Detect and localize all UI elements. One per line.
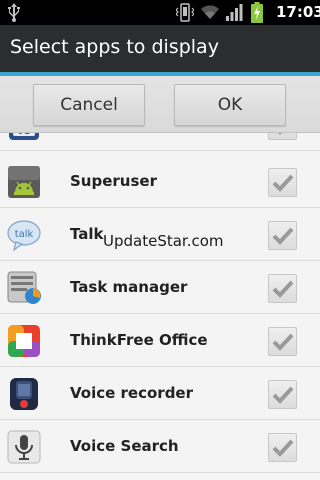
app-label: Voice recorder [70, 384, 193, 402]
app-checkbox[interactable] [268, 221, 297, 250]
wifi-icon [201, 5, 219, 19]
signal-icon [226, 4, 243, 21]
app-checkbox[interactable] [268, 380, 297, 409]
dialog-title-bar: Select apps to display [0, 25, 320, 72]
vibrate-icon [176, 3, 194, 22]
app-label: ThinkFree Office [70, 331, 208, 349]
list-item[interactable]: Superuser [0, 155, 320, 208]
app-checkbox[interactable] [268, 327, 297, 356]
app-list[interactable]: v8 Superuser talk Talk [0, 133, 320, 480]
recorder-icon [10, 378, 38, 410]
svg-text:talk: talk [15, 229, 34, 240]
app-label: Task manager [70, 278, 188, 296]
svg-text:v8: v8 [17, 133, 31, 137]
list-item[interactable]: v8 [0, 133, 320, 151]
app-checkbox[interactable] [268, 133, 297, 140]
app-checkbox[interactable] [268, 433, 297, 462]
status-clock: 17:03 [276, 3, 320, 21]
watermark: UpdateStar.com [103, 232, 224, 250]
app-checkbox[interactable] [268, 168, 297, 197]
list-item[interactable]: ThinkFree Office [0, 314, 320, 367]
battery-charging-icon [251, 2, 263, 23]
list-item[interactable]: Voice recorder [0, 367, 320, 420]
ok-button[interactable]: OK [174, 84, 286, 126]
app-label: Superuser [70, 172, 157, 190]
app-label: Voice Search [70, 437, 179, 455]
android-icon [8, 166, 40, 198]
usb-icon [8, 3, 20, 22]
task-manager-icon [7, 271, 41, 304]
talk-icon: talk [7, 220, 41, 252]
button-bar: Cancel OK [0, 76, 320, 133]
list-item[interactable]: Voice Search [0, 420, 320, 473]
list-item[interactable]: Task manager [0, 261, 320, 314]
dialog-title: Select apps to display [10, 36, 219, 58]
thinkfree-icon [8, 325, 40, 357]
app-label: Talk [70, 225, 104, 243]
partial-app-icon: v8 [9, 133, 39, 140]
status-bar: 17:03 [0, 0, 320, 25]
microphone-icon [7, 430, 41, 464]
app-checkbox[interactable] [268, 274, 297, 303]
cancel-button[interactable]: Cancel [33, 84, 145, 126]
